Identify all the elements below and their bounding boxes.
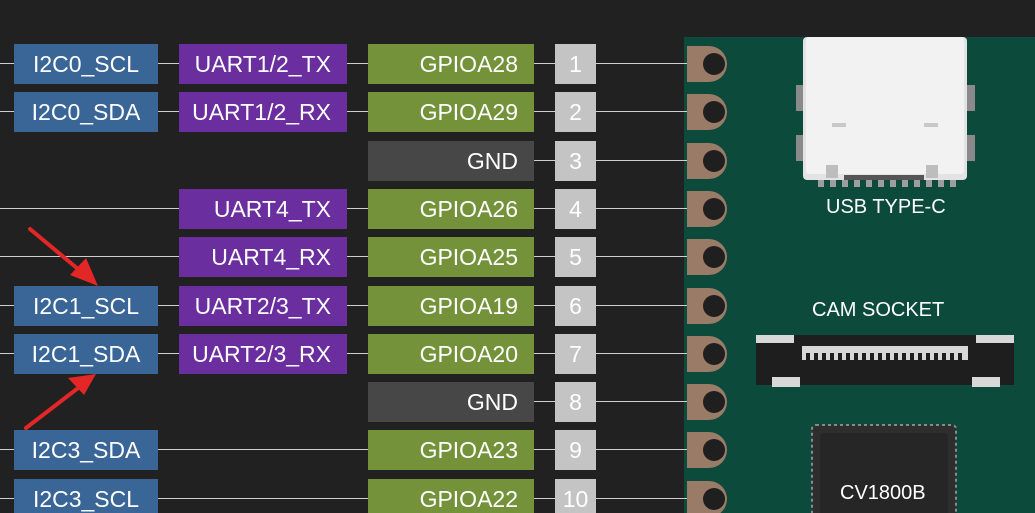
pin-number: 2 [555, 92, 596, 132]
pin-hole [703, 488, 725, 510]
pin-number: 4 [555, 189, 596, 229]
pin-row: GND 3 [0, 141, 1035, 181]
pin-number: 8 [555, 382, 596, 422]
pin-hole [703, 391, 725, 413]
pin-number: 6 [555, 286, 596, 326]
gnd-label: GND [368, 141, 534, 181]
uart-label: UART2/3_TX [179, 286, 347, 326]
i2c-label: I2C0_SCL [14, 44, 158, 84]
pin-row: UART4_TX GPIOA26 4 [0, 189, 1035, 229]
pin-number: 3 [555, 141, 596, 181]
gpio-label: GPIOA19 [368, 286, 534, 326]
pin-number: 5 [555, 237, 596, 277]
uart-label: UART2/3_RX [179, 334, 347, 374]
pin-hole [703, 198, 725, 220]
pin-row: I2C1_SDA UART2/3_RX GPIOA20 7 [0, 334, 1035, 374]
pinout-diagram: USB TYPE-C CAM SOCKET CV1800B I2C0_SCL UA… [0, 0, 1035, 513]
pin-hole [703, 101, 725, 123]
gpio-label: GPIOA23 [368, 430, 534, 470]
pin-hole [703, 246, 725, 268]
pin-row: I2C1_SCL UART2/3_TX GPIOA19 6 [0, 286, 1035, 326]
uart-label: UART1/2_TX [179, 44, 347, 84]
i2c-label: I2C1_SCL [14, 286, 158, 326]
pin-row: I2C3_SCL GPIOA22 10 [0, 479, 1035, 513]
pin-hole [703, 295, 725, 317]
uart-label: UART4_RX [179, 237, 347, 277]
gpio-label: GPIOA29 [368, 92, 534, 132]
gpio-label: GPIOA20 [368, 334, 534, 374]
pin-row: I2C0_SCL UART1/2_TX GPIOA28 1 [0, 44, 1035, 84]
gnd-label: GND [368, 382, 534, 422]
gpio-label: GPIOA26 [368, 189, 534, 229]
pin-row: UART4_RX GPIOA25 5 [0, 237, 1035, 277]
pin-row: I2C0_SDA UART1/2_RX GPIOA29 2 [0, 92, 1035, 132]
pin-number: 7 [555, 334, 596, 374]
gpio-label: GPIOA22 [368, 479, 534, 513]
pin-row: GND 8 [0, 382, 1035, 422]
gpio-label: GPIOA28 [368, 44, 534, 84]
pin-hole [703, 150, 725, 172]
pin-number: 9 [555, 430, 596, 470]
gpio-label: GPIOA25 [368, 237, 534, 277]
pin-hole [703, 53, 725, 75]
i2c-label: I2C3_SCL [14, 479, 158, 513]
i2c-label: I2C1_SDA [14, 334, 158, 374]
i2c-label: I2C0_SDA [14, 92, 158, 132]
uart-label: UART4_TX [179, 189, 347, 229]
pin-number: 10 [555, 479, 596, 513]
pin-number: 1 [555, 44, 596, 84]
i2c-label: I2C3_SDA [14, 430, 158, 470]
pin-hole [703, 343, 725, 365]
pin-hole [703, 439, 725, 461]
pin-row: I2C3_SDA GPIOA23 9 [0, 430, 1035, 470]
uart-label: UART1/2_RX [179, 92, 347, 132]
